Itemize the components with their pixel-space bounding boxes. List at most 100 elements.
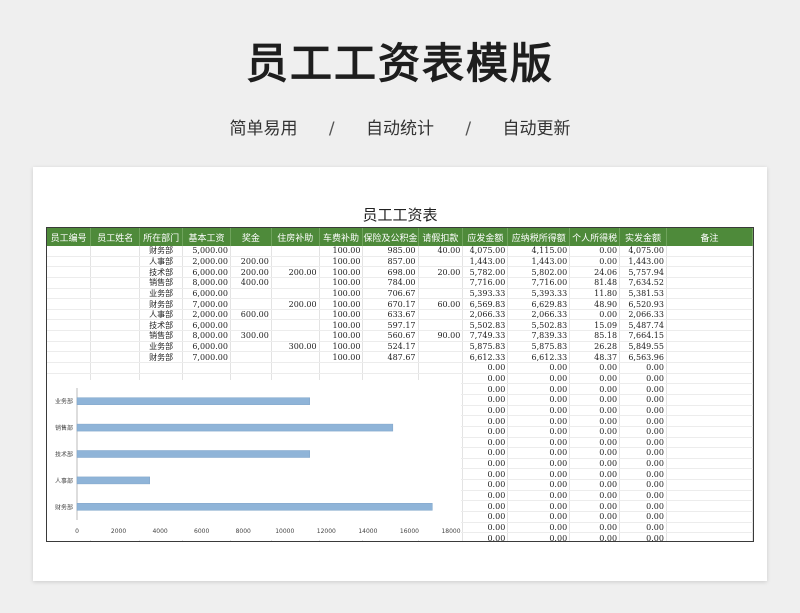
table-cell[interactable]: 706.67 [362,288,419,300]
table-cell[interactable]: 0.00 [619,490,667,502]
table-cell[interactable]: 0.00 [569,479,621,491]
column-header[interactable]: 员工编号 [47,228,92,246]
table-cell[interactable]: 6,520.93 [619,298,667,310]
table-cell[interactable]: 81.48 [569,277,621,289]
table-cell[interactable]: 0.00 [507,426,571,438]
table-cell[interactable]: 0.00 [569,522,621,534]
column-header[interactable]: 应发金额 [462,228,509,246]
table-cell[interactable]: 财务部 [139,351,184,364]
table-cell[interactable] [230,288,272,300]
table-cell[interactable] [90,256,141,268]
table-cell[interactable]: 7,634.52 [619,277,667,289]
table-cell[interactable]: 0.00 [619,362,667,374]
table-cell[interactable] [418,319,464,332]
table-cell[interactable] [418,362,464,374]
table-cell[interactable]: 0.00 [569,362,621,374]
table-cell[interactable] [90,362,141,374]
table-cell[interactable]: 0.00 [619,405,667,417]
table-cell[interactable]: 0.00 [507,511,571,523]
table-cell[interactable]: 600.00 [230,309,272,321]
table-cell[interactable]: 5,802.00 [507,266,571,278]
table-cell[interactable] [47,298,92,310]
table-cell[interactable]: 4,075.00 [462,246,509,257]
table-cell[interactable]: 0.00 [507,532,571,541]
table-cell[interactable]: 0.00 [619,394,667,406]
table-cell[interactable]: 200.00 [271,266,320,278]
column-header[interactable]: 住房补助 [271,228,320,246]
table-cell[interactable] [666,458,753,470]
table-cell[interactable] [139,362,184,374]
table-cell[interactable]: 0.00 [462,468,509,481]
table-cell[interactable]: 0.00 [462,490,509,502]
table-cell[interactable]: 0.00 [507,373,571,385]
table-cell[interactable]: 48.37 [569,351,621,364]
table-cell[interactable]: 24.06 [569,266,621,278]
table-cell[interactable]: 2,000.00 [182,309,231,321]
table-cell[interactable]: 0.00 [462,500,509,512]
table-cell[interactable] [271,246,320,257]
table-cell[interactable] [666,373,753,385]
table-cell[interactable] [666,309,753,321]
table-cell[interactable] [90,246,141,257]
table-cell[interactable]: 698.00 [362,266,419,278]
table-cell[interactable]: 0.00 [507,383,571,395]
table-cell[interactable]: 5,875.83 [462,341,509,353]
table-cell[interactable]: 100.00 [319,351,364,364]
table-cell[interactable]: 400.00 [230,277,272,289]
table-cell[interactable]: 0.00 [462,447,509,459]
table-cell[interactable]: 1,443.00 [507,256,571,268]
table-cell[interactable] [666,330,753,342]
table-cell[interactable]: 4,115.00 [507,246,571,257]
table-cell[interactable]: 7,664.15 [619,330,667,342]
table-cell[interactable]: 0.00 [462,405,509,417]
table-cell[interactable] [271,319,320,332]
table-cell[interactable]: 0.00 [462,373,509,385]
table-cell[interactable]: 633.67 [362,309,419,321]
column-header[interactable]: 备注 [666,228,753,246]
table-cell[interactable] [271,330,320,342]
column-header[interactable]: 员工姓名 [90,228,141,246]
table-cell[interactable]: 0.00 [462,426,509,438]
table-cell[interactable]: 0.00 [569,532,621,541]
table-cell[interactable]: 0.00 [569,458,621,470]
table-cell[interactable]: 0.00 [507,490,571,502]
table-cell[interactable]: 0.00 [619,458,667,470]
table-cell[interactable] [666,362,753,374]
table-cell[interactable] [90,298,141,310]
table-cell[interactable] [418,288,464,300]
table-cell[interactable]: 0.00 [619,373,667,385]
table-cell[interactable]: 100.00 [319,256,364,268]
table-cell[interactable]: 0.00 [569,468,621,481]
table-cell[interactable] [230,362,272,374]
table-cell[interactable] [418,351,464,364]
table-cell[interactable]: 784.00 [362,277,419,289]
table-cell[interactable]: 7,839.33 [507,330,571,342]
table-cell[interactable]: 0.00 [462,458,509,470]
table-cell[interactable]: 100.00 [319,341,364,353]
table-cell[interactable] [90,309,141,321]
table-cell[interactable]: 0.00 [507,468,571,481]
table-cell[interactable]: 300.00 [230,330,272,342]
table-cell[interactable]: 0.00 [569,500,621,512]
table-cell[interactable]: 0.00 [569,373,621,385]
table-cell[interactable] [666,277,753,289]
table-cell[interactable]: 2,000.00 [182,256,231,268]
table-cell[interactable]: 0.00 [462,383,509,395]
table-cell[interactable]: 0.00 [507,522,571,534]
table-cell[interactable] [666,468,753,481]
table-cell[interactable]: 15.09 [569,319,621,332]
table-cell[interactable] [666,266,753,278]
table-cell[interactable]: 100.00 [319,277,364,289]
table-cell[interactable]: 8,000.00 [182,330,231,342]
table-cell[interactable] [47,256,92,268]
table-cell[interactable]: 0.00 [619,426,667,438]
table-cell[interactable]: 0.00 [507,394,571,406]
table-cell[interactable]: 857.00 [362,256,419,268]
table-cell[interactable]: 11.80 [569,288,621,300]
table-cell[interactable]: 0.00 [462,437,509,449]
table-cell[interactable]: 0.00 [619,479,667,491]
column-header[interactable]: 个人所得税 [569,228,621,246]
table-cell[interactable]: 670.17 [362,298,419,310]
table-cell[interactable]: 5,393.33 [507,288,571,300]
table-cell[interactable]: 财务部 [139,298,184,310]
